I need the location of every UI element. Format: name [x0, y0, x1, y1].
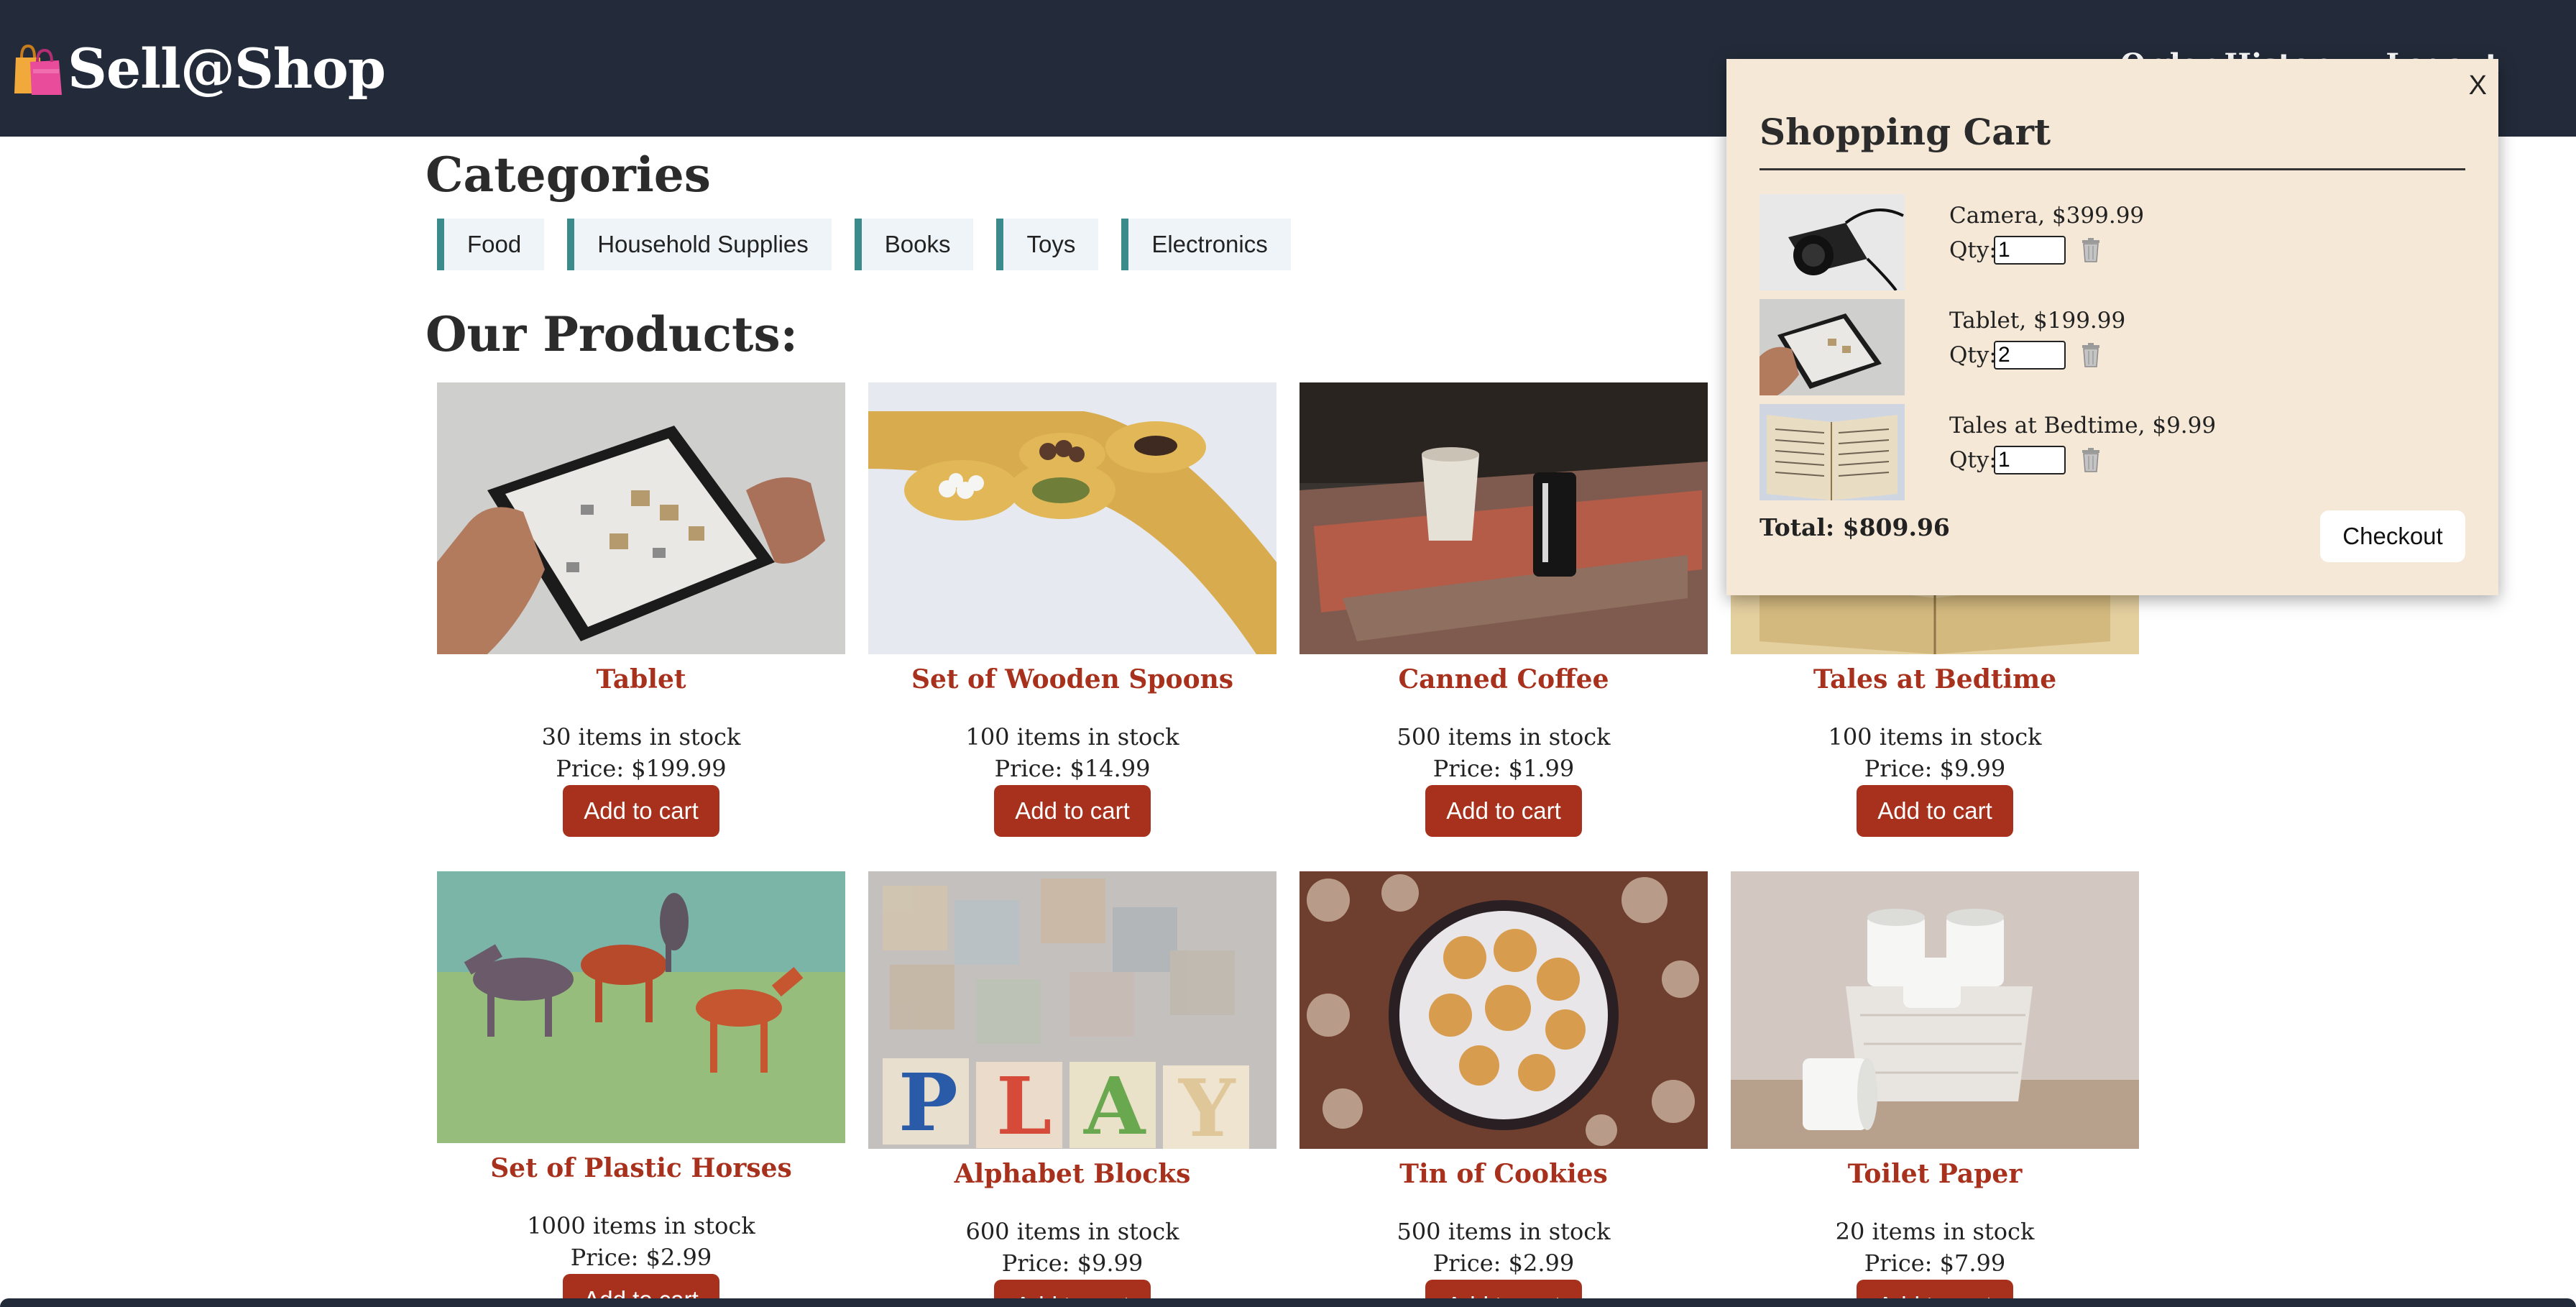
brand-name: Sell@Shop: [68, 36, 386, 101]
product-name[interactable]: Canned Coffee: [1300, 664, 1708, 700]
product-stock: 600 items in stock: [965, 1218, 1179, 1245]
close-cart-button[interactable]: X: [2469, 70, 2487, 101]
cart-divider: [1760, 168, 2465, 170]
cart-item-thumb-book: [1760, 404, 1905, 500]
svg-text:L: L: [996, 1060, 1052, 1149]
checkout-button[interactable]: Checkout: [2320, 510, 2465, 562]
product-price: Price: $9.99: [1864, 755, 2006, 782]
product-stock: 100 items in stock: [965, 723, 1179, 751]
product-name[interactable]: Tales at Bedtime: [1731, 664, 2139, 700]
category-list: Food Household Supplies Books Toys Elect…: [437, 219, 1291, 270]
cart-item-label: Tablet, $199.99: [1949, 308, 2126, 334]
cart-item-label: Tales at Bedtime, $9.99: [1949, 413, 2217, 439]
product-stock: 500 items in stock: [1397, 1218, 1611, 1245]
product-name[interactable]: Alphabet Blocks: [868, 1159, 1276, 1195]
categories-title: Categories: [426, 147, 711, 203]
product-image-tin-of-cookies[interactable]: [1300, 871, 1708, 1149]
svg-text:A: A: [1083, 1060, 1146, 1149]
qty-label: Qty:: [1949, 447, 1997, 473]
category-toys[interactable]: Toys: [996, 219, 1099, 270]
cart-item-thumb-camera: [1760, 194, 1905, 290]
product-image-canned-coffee[interactable]: [1300, 382, 1708, 654]
product-name[interactable]: Set of Wooden Spoons: [868, 664, 1276, 700]
svg-text:Y: Y: [1178, 1062, 1236, 1149]
cart-total: Total: $809.96: [1760, 513, 1950, 541]
product-price: Price: $2.99: [1432, 1249, 1575, 1277]
add-to-cart-button[interactable]: Add to cart: [1857, 785, 2013, 837]
product-stock: 1000 items in stock: [527, 1212, 755, 1239]
cart-item: Tablet, $199.99 Qty:: [1760, 299, 2465, 395]
product-name[interactable]: Tablet: [437, 664, 845, 700]
product-price: Price: $1.99: [1432, 755, 1575, 782]
product-price: Price: $2.99: [570, 1244, 712, 1271]
product-stock: 30 items in stock: [541, 723, 741, 751]
product-stock: 100 items in stock: [1828, 723, 2042, 751]
category-food[interactable]: Food: [437, 219, 545, 270]
category-electronics[interactable]: Electronics: [1121, 219, 1291, 270]
product-price: Price: $199.99: [556, 755, 727, 782]
product-card: P L A Y Alphabet Blocks 600 items in sto…: [868, 871, 1276, 1307]
product-name[interactable]: Toilet Paper: [1731, 1159, 2139, 1195]
product-image-wooden-spoons[interactable]: [868, 382, 1276, 654]
qty-input[interactable]: [1994, 236, 2066, 265]
product-card: Tin of Cookies 500 items in stock Price:…: [1300, 871, 1708, 1307]
product-card: Toilet Paper 20 items in stock Price: $7…: [1731, 871, 2139, 1307]
products-title: Our Products:: [426, 306, 798, 362]
cart-item-label: Camera, $399.99: [1949, 203, 2145, 229]
window-bottom-edge: [0, 1298, 2576, 1307]
product-card: Canned Coffee 500 items in stock Price: …: [1300, 382, 1708, 837]
product-name[interactable]: Tin of Cookies: [1300, 1159, 1708, 1195]
svg-text:P: P: [898, 1056, 958, 1149]
cart-item: Camera, $399.99 Qty:: [1760, 194, 2465, 290]
product-image-toilet-paper[interactable]: [1731, 871, 2139, 1149]
shopping-bags-icon: [12, 40, 63, 96]
product-price: Price: $9.99: [1001, 1249, 1144, 1277]
trash-icon[interactable]: [2080, 447, 2102, 473]
product-card: Set of Plastic Horses 1000 items in stoc…: [437, 871, 845, 1307]
product-stock: 20 items in stock: [1835, 1218, 2035, 1245]
qty-input[interactable]: [1994, 446, 2066, 474]
product-image-tablet[interactable]: [437, 382, 845, 654]
product-image-alphabet-blocks[interactable]: P L A Y: [868, 871, 1276, 1149]
add-to-cart-button[interactable]: Add to cart: [563, 785, 719, 837]
product-card: Set of Wooden Spoons 100 items in stock …: [868, 382, 1276, 837]
product-card: Tablet 30 items in stock Price: $199.99 …: [437, 382, 845, 837]
product-image-plastic-horses[interactable]: [437, 871, 845, 1143]
add-to-cart-button[interactable]: Add to cart: [994, 785, 1151, 837]
category-books[interactable]: Books: [854, 219, 974, 270]
add-to-cart-button[interactable]: Add to cart: [1425, 785, 1582, 837]
qty-input[interactable]: [1994, 341, 2066, 370]
cart-item-thumb-tablet: [1760, 299, 1905, 395]
product-price: Price: $7.99: [1864, 1249, 2006, 1277]
product-stock: 500 items in stock: [1397, 723, 1611, 751]
brand[interactable]: Sell@Shop: [12, 29, 386, 108]
cart-item: Tales at Bedtime, $9.99 Qty:: [1760, 404, 2465, 500]
qty-label: Qty:: [1949, 237, 1997, 263]
category-household-supplies[interactable]: Household Supplies: [567, 219, 832, 270]
trash-icon[interactable]: [2080, 237, 2102, 263]
shopping-cart-panel: X Shopping Cart Camera, $399.99 Qty: 1 T…: [1726, 59, 2498, 595]
trash-icon[interactable]: [2080, 342, 2102, 368]
product-price: Price: $14.99: [994, 755, 1151, 782]
product-name[interactable]: Set of Plastic Horses: [437, 1153, 845, 1189]
cart-title: Shopping Cart: [1760, 111, 2051, 153]
qty-label: Qty:: [1949, 342, 1997, 368]
